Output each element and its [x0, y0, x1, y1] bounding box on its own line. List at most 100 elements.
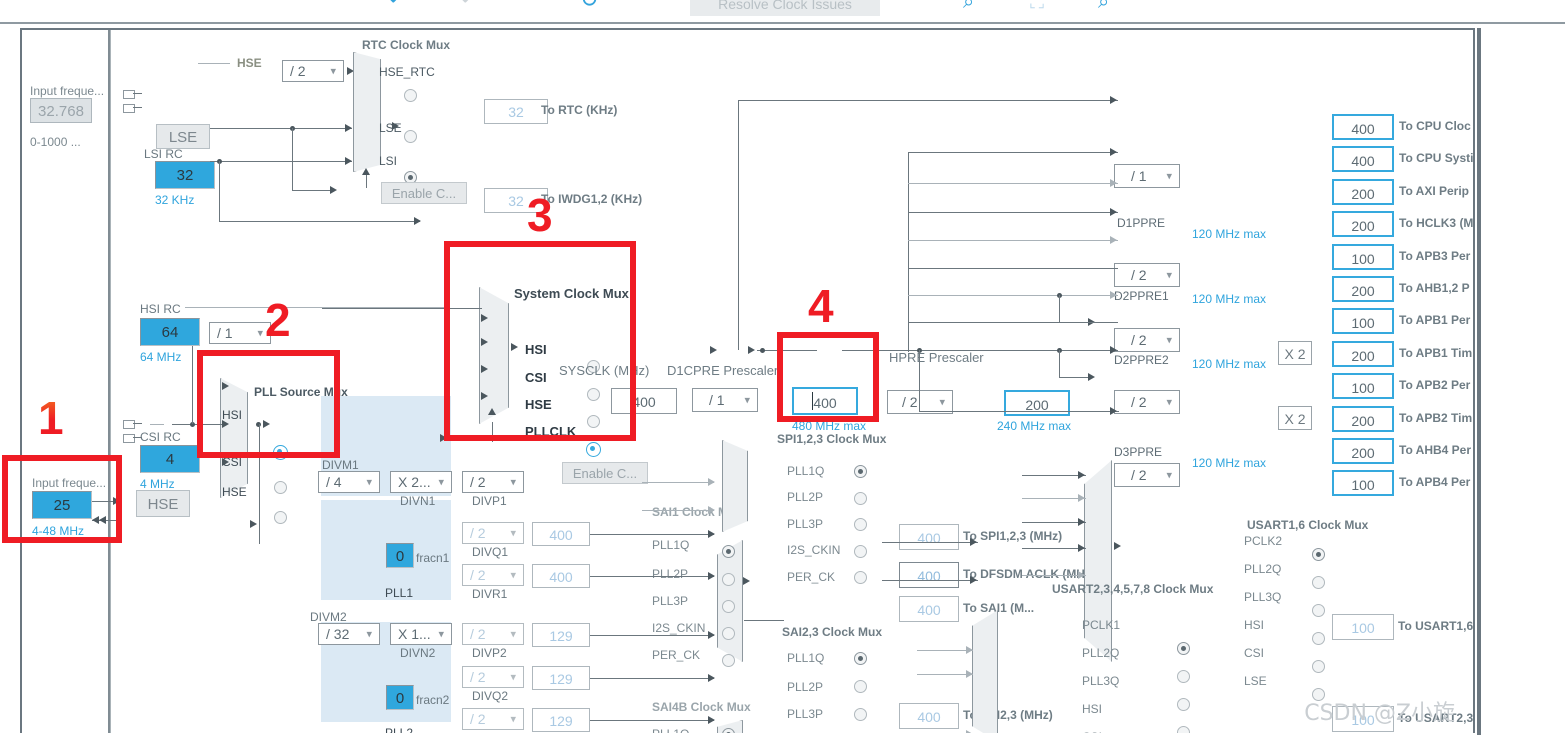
- divr2-combo[interactable]: / 2 ▾: [462, 708, 524, 730]
- arrow-hse-rtc: [347, 67, 354, 75]
- sai1-radio-pll3p[interactable]: [722, 600, 735, 613]
- chevron-down-icon: ▾: [510, 475, 516, 489]
- spi123-radio-pll2p[interactable]: [854, 492, 867, 505]
- sai1-input-per-ck: PER_CK: [652, 648, 701, 662]
- pin-stub-4: [123, 434, 135, 443]
- sai23-radio-pll2p[interactable]: [854, 680, 867, 693]
- output-value-field[interactable]: 100: [1332, 373, 1394, 399]
- lsi-value-field[interactable]: 32: [155, 161, 215, 189]
- usart16-radio-hsi[interactable]: [1312, 632, 1325, 645]
- spi123-radio-pll3p[interactable]: [854, 518, 867, 531]
- output-value-field[interactable]: 400: [1332, 146, 1394, 172]
- system-clock-mux-radio-pllclk[interactable]: [586, 442, 601, 457]
- usart16-radio-pclk2[interactable]: [1312, 548, 1325, 561]
- wire-top-2: [908, 152, 1118, 153]
- spi123-radio-i2s-ckin[interactable]: [854, 545, 867, 558]
- output-value-field[interactable]: 200: [1332, 179, 1394, 205]
- rtc-mux-radio-lse[interactable]: [404, 130, 417, 143]
- divn1-combo[interactable]: X 2... ▾: [390, 471, 452, 493]
- wire-top-3: [908, 183, 1118, 184]
- output-value-field[interactable]: 200: [1332, 406, 1394, 432]
- zoom-out-icon[interactable]: ⌕: [1098, 0, 1109, 12]
- sai-out-mux-1[interactable]: [972, 610, 998, 733]
- sai1-radio-pll2p[interactable]: [722, 573, 735, 586]
- usart2345-input-pll3q: PLL3Q: [1082, 674, 1120, 688]
- usart16-radio-pll3q[interactable]: [1312, 604, 1325, 617]
- divm2-combo[interactable]: / 32 ▾: [318, 623, 380, 645]
- d2ppre2-combo[interactable]: / 2 ▾: [1114, 390, 1180, 414]
- zoom-in-icon[interactable]: ⌕: [963, 0, 974, 12]
- usart2345-radio-pclk1[interactable]: [1177, 642, 1190, 655]
- d1ppre-combo[interactable]: / 2 ▾: [1114, 263, 1180, 287]
- divp2-output: 129: [532, 623, 590, 647]
- d3ppre-combo[interactable]: / 2 ▾: [1114, 463, 1180, 487]
- pin-wire-1: [133, 93, 142, 94]
- output-value-field[interactable]: 100: [1332, 308, 1394, 334]
- rtc-clock-mux[interactable]: [353, 52, 381, 172]
- undo-icon[interactable]: ↷: [380, 0, 398, 12]
- enable-css-button[interactable]: Enable C...: [381, 182, 467, 204]
- output-value-field[interactable]: 200: [1332, 341, 1394, 367]
- sai23-radio-pll1q[interactable]: [854, 652, 867, 665]
- redo-icon[interactable]: ↷: [452, 0, 470, 12]
- enable-css-sys-button[interactable]: Enable C...: [562, 462, 648, 484]
- hpre-output-field[interactable]: 200: [1004, 390, 1070, 416]
- divq1-combo[interactable]: / 2 ▾: [462, 522, 524, 544]
- lse-button[interactable]: LSE: [156, 124, 210, 149]
- usart2345-radio-hsi[interactable]: [1177, 726, 1190, 733]
- arrow-hpre-branch: [1110, 407, 1117, 415]
- sai1-radio-per-ck[interactable]: [722, 654, 735, 667]
- output-value-field[interactable]: 200: [1332, 276, 1394, 302]
- usart16-radio-pll2q[interactable]: [1312, 576, 1325, 589]
- d2ppre1-value: / 2: [1131, 332, 1147, 348]
- divp2-combo[interactable]: / 2 ▾: [462, 623, 524, 645]
- divp1-combo[interactable]: / 2 ▾: [462, 471, 524, 493]
- usart2345-radio-pll2q[interactable]: [1177, 670, 1190, 683]
- annotation-box-2: [197, 350, 340, 458]
- apb-div-value: / 1: [1131, 168, 1147, 184]
- d1cpre-combo[interactable]: / 1 ▾: [692, 388, 758, 412]
- resolve-clock-issues-button[interactable]: Resolve Clock Issues: [690, 0, 880, 16]
- to-rtc-label: To RTC (KHz): [541, 103, 618, 117]
- wire-top-8: [908, 322, 1118, 323]
- sai1-clock-mux[interactable]: [722, 440, 748, 532]
- arrow-spi-out: [970, 538, 977, 546]
- spi123-radio-per-ck[interactable]: [854, 571, 867, 584]
- divr1-combo[interactable]: / 2 ▾: [462, 564, 524, 586]
- output-value-field[interactable]: 400: [1332, 114, 1394, 140]
- csi-value-field[interactable]: 4: [140, 445, 200, 473]
- divr2-value: / 2: [470, 711, 486, 727]
- divm1-combo[interactable]: / 4 ▾: [318, 471, 380, 493]
- sai1-input-i2s-ckin: I2S_CKIN: [652, 621, 706, 635]
- divq2-output: 129: [532, 666, 590, 690]
- d2ppre1-combo[interactable]: / 2 ▾: [1114, 328, 1180, 352]
- rtc-mux-radio-hse-rtc[interactable]: [404, 89, 417, 102]
- hse-rtc-stub: [198, 63, 230, 64]
- output-value-field[interactable]: 100: [1332, 244, 1394, 270]
- sai23-radio-pll3p[interactable]: [854, 708, 867, 721]
- divq2-combo[interactable]: / 2 ▾: [462, 666, 524, 688]
- sai1-radio-pll1q[interactable]: [722, 545, 735, 558]
- output-value-field[interactable]: 200: [1332, 438, 1394, 464]
- refresh-icon[interactable]: ↻: [580, 0, 598, 12]
- hsi-value-field[interactable]: 64: [140, 318, 200, 346]
- apb-div-combo[interactable]: / 1 ▾: [1114, 164, 1180, 188]
- pll-source-mux-radio-csi[interactable]: [274, 481, 287, 494]
- divn2-combo[interactable]: X 1... ▾: [390, 623, 452, 645]
- fracn1-field[interactable]: 0: [386, 543, 414, 568]
- output-value-field[interactable]: 200: [1332, 211, 1394, 237]
- pll-source-mux-radio-hse[interactable]: [274, 511, 287, 524]
- hse-button[interactable]: HSE: [136, 490, 190, 517]
- hsi-div-combo[interactable]: / 1 ▾: [209, 322, 271, 344]
- usart16-input-pll3q: PLL3Q: [1244, 590, 1282, 604]
- usart2345-radio-pll3q[interactable]: [1177, 698, 1190, 711]
- fracn2-field[interactable]: 0: [386, 685, 414, 710]
- zoom-fit-icon[interactable]: ⛶: [1030, 0, 1044, 12]
- chevron-down-icon: ▾: [257, 326, 263, 340]
- usart16-radio-csi[interactable]: [1312, 660, 1325, 673]
- spi123-radio-pll1q[interactable]: [854, 465, 867, 478]
- sai1-radio-i2s-ckin[interactable]: [722, 627, 735, 640]
- hse-rtc-div-combo[interactable]: / 2 ▾: [282, 60, 344, 82]
- output-value-field[interactable]: 100: [1332, 470, 1394, 496]
- lse-input-freq-field[interactable]: 32.768: [30, 98, 92, 123]
